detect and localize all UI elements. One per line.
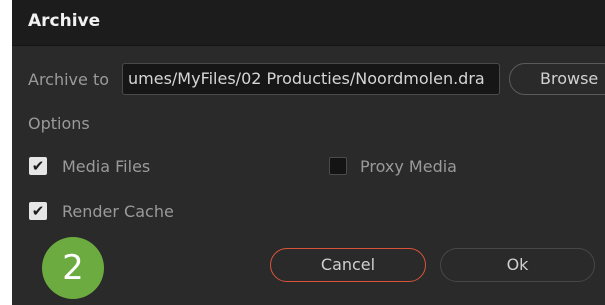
archive-to-label: Archive to — [28, 70, 110, 89]
ok-button[interactable]: Ok — [440, 248, 595, 282]
proxy-media-checkbox[interactable] — [329, 157, 347, 175]
archive-dialog: Archive Archive to umes/MyFiles/02 Produ… — [12, 0, 605, 305]
options-label: Options — [28, 114, 90, 133]
proxy-media-label: Proxy Media — [360, 157, 457, 176]
checkmark-icon: ✔ — [31, 157, 45, 175]
cancel-button[interactable]: Cancel — [270, 248, 426, 282]
dialog-title: Archive — [28, 11, 101, 31]
dialog-titlebar: Archive — [12, 0, 605, 46]
media-files-checkbox[interactable]: ✔ — [29, 157, 47, 175]
browse-button[interactable]: Browse — [509, 63, 605, 95]
render-cache-label: Render Cache — [62, 202, 174, 221]
render-cache-checkbox[interactable]: ✔ — [29, 202, 47, 220]
media-files-label: Media Files — [62, 157, 151, 176]
archive-path-input[interactable]: umes/MyFiles/02 Producties/Noordmolen.dr… — [122, 63, 500, 95]
checkmark-icon: ✔ — [31, 202, 45, 220]
step-number-badge: 2 — [42, 237, 104, 299]
